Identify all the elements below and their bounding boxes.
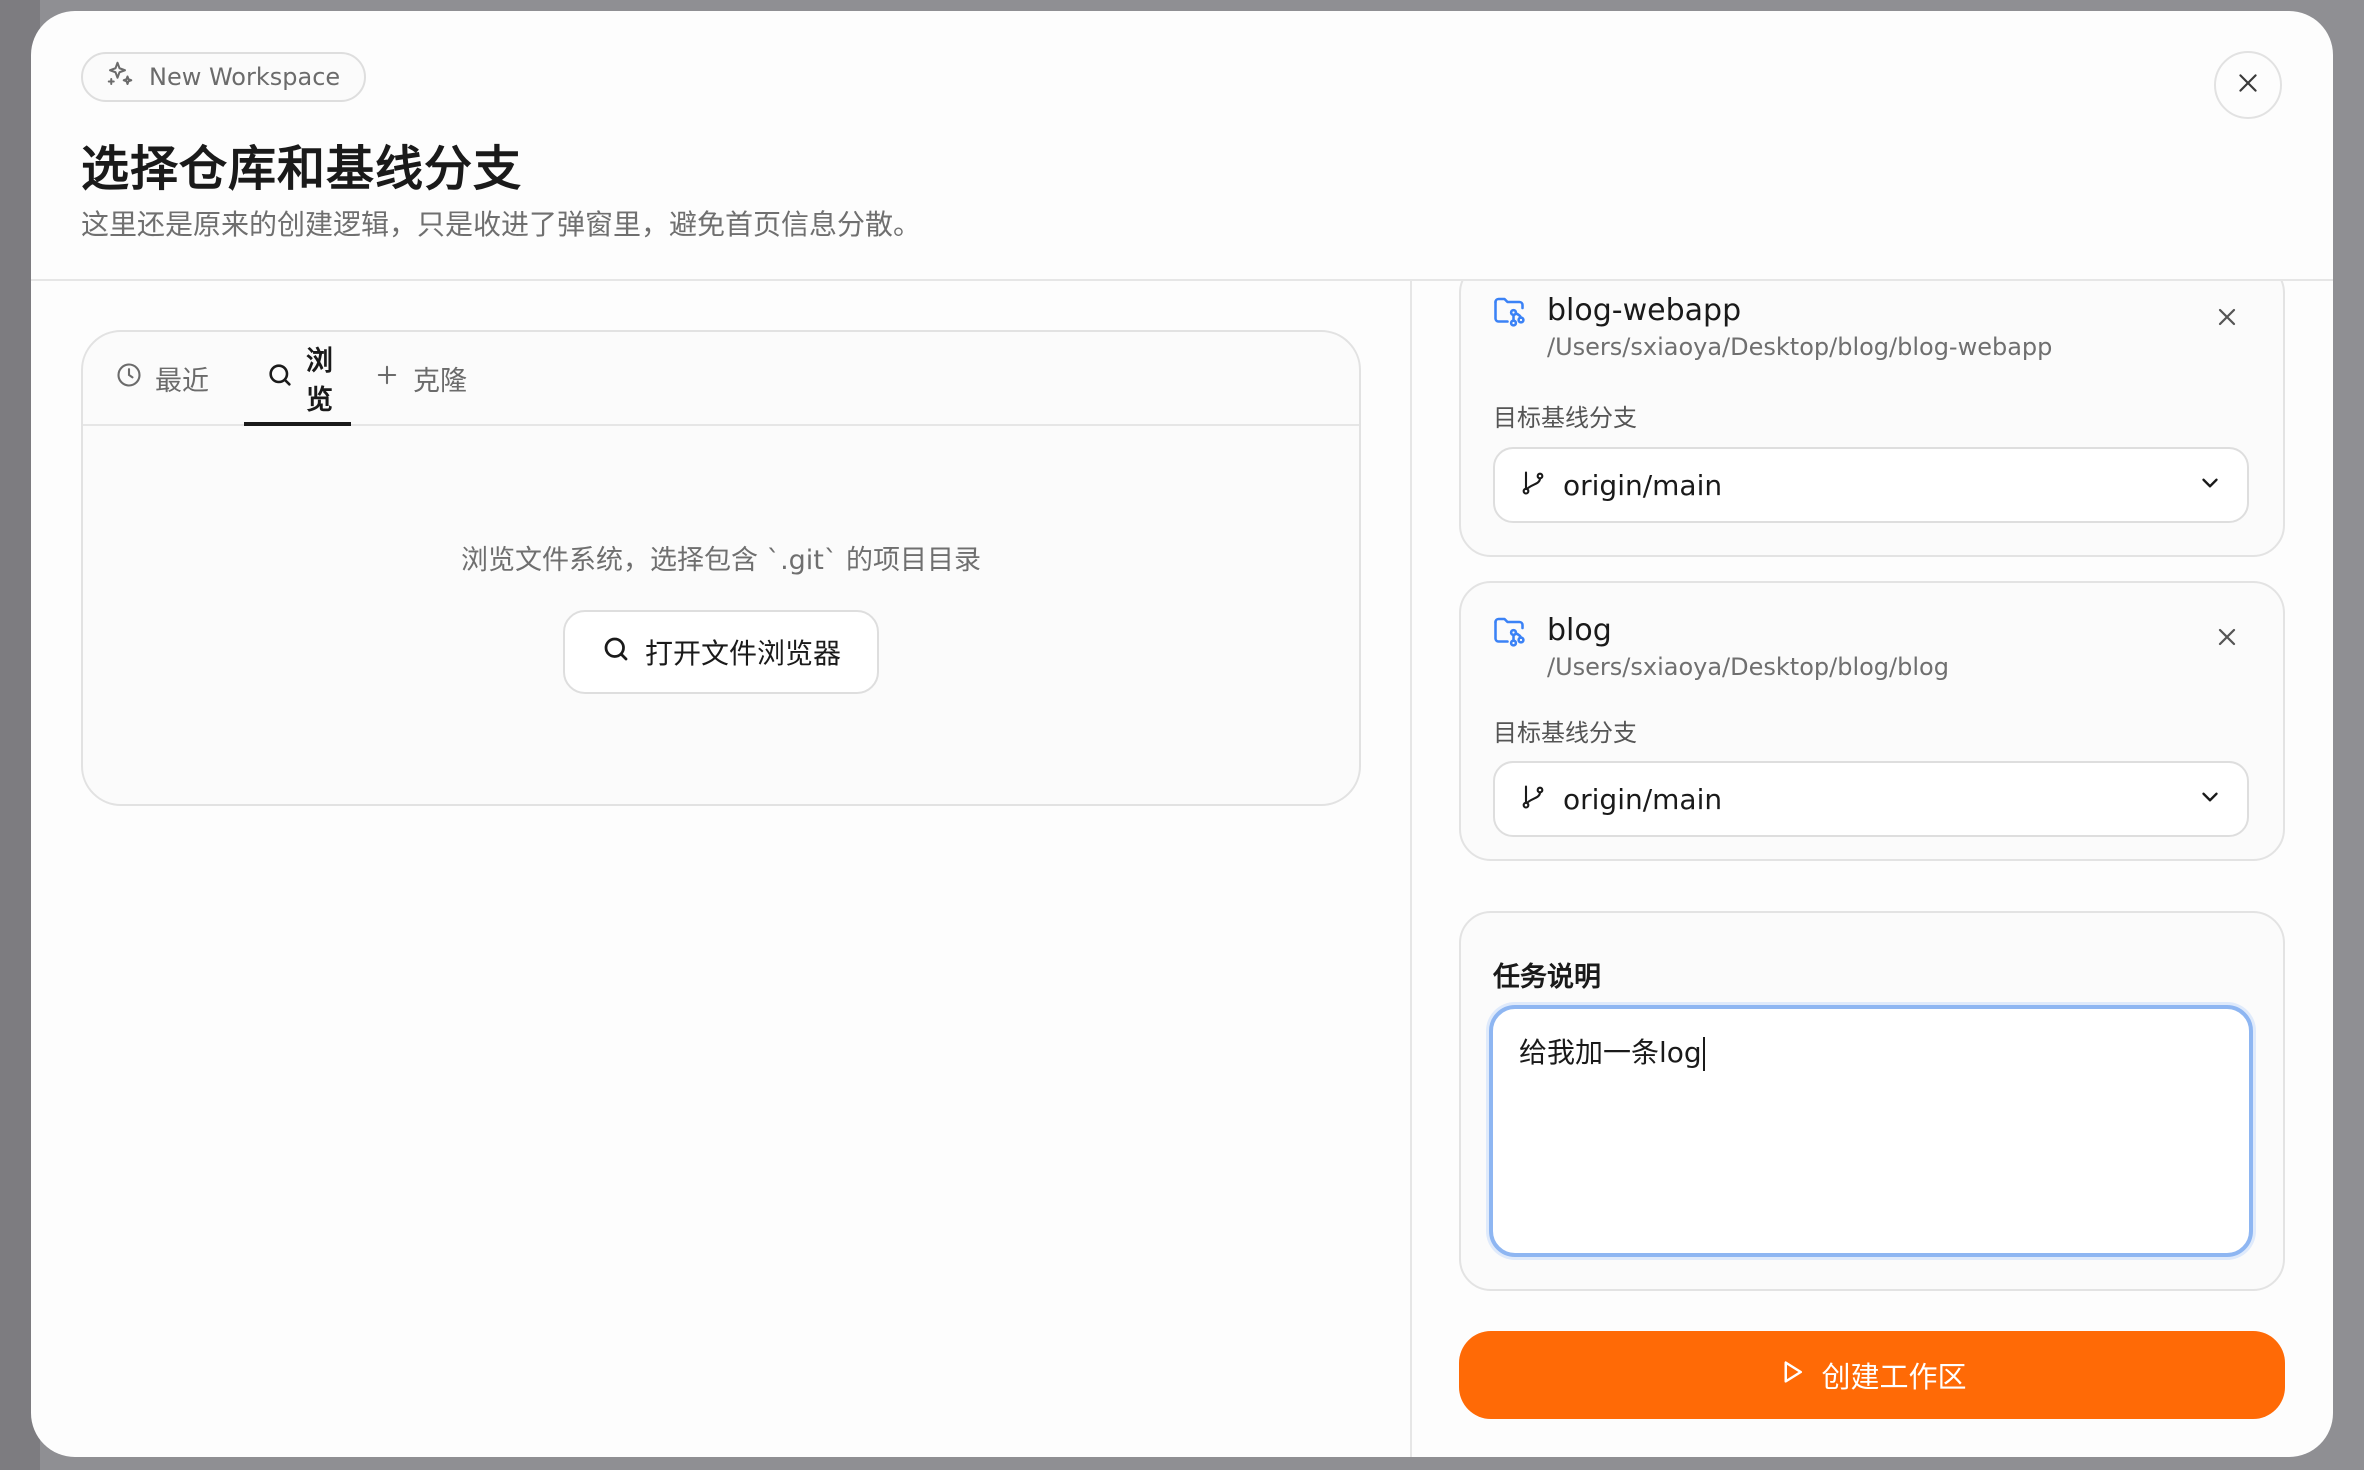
plus-icon bbox=[373, 361, 401, 396]
sparkles-icon bbox=[105, 59, 135, 95]
repo-name: blog-webapp bbox=[1547, 293, 1742, 328]
chevron-down-icon bbox=[2197, 784, 2223, 814]
git-branch-icon bbox=[1519, 783, 1547, 815]
branch-label: 目标基线分支 bbox=[1493, 404, 1637, 432]
task-description-value: 给我加一条log bbox=[1519, 1036, 1702, 1069]
branch-value: origin/main bbox=[1563, 468, 1723, 502]
git-folder-icon bbox=[1491, 293, 1527, 333]
create-workspace-button[interactable]: 创建工作区 bbox=[1459, 1331, 2285, 1419]
repo-source-card: 最近 浏览 克隆 浏览文件系统，选择包含 `.git` 的项目目录 打开文件浏览… bbox=[81, 330, 1361, 806]
remove-repo-button[interactable] bbox=[2213, 303, 2241, 331]
task-description-input[interactable]: 给我加一条log bbox=[1489, 1005, 2253, 1257]
task-description-card: 任务说明 给我加一条log bbox=[1459, 911, 2285, 1291]
tab-label: 浏览 bbox=[306, 346, 333, 416]
repo-card: blog /Users/sxiaoya/Desktop/blog/blog 目标… bbox=[1459, 581, 2285, 861]
close-icon bbox=[2213, 628, 2241, 655]
tab-recent[interactable]: 最近 bbox=[83, 332, 241, 424]
repo-card: blog-webapp /Users/sxiaoya/Desktop/blog/… bbox=[1459, 281, 2285, 557]
close-button[interactable] bbox=[2214, 51, 2282, 119]
task-description-label: 任务说明 bbox=[1493, 962, 1601, 993]
repo-name: blog bbox=[1547, 613, 1612, 648]
chevron-down-icon bbox=[2197, 470, 2223, 500]
repo-path: /Users/sxiaoya/Desktop/blog/blog-webapp bbox=[1547, 333, 2053, 361]
new-workspace-badge: New Workspace bbox=[81, 52, 367, 102]
branch-value: origin/main bbox=[1563, 782, 1723, 816]
badge-label: New Workspace bbox=[149, 63, 341, 91]
remove-repo-button[interactable] bbox=[2213, 623, 2241, 651]
play-icon bbox=[1777, 1357, 1807, 1394]
dialog-subtitle: 这里还是原来的创建逻辑，只是收进了弹窗里，避免首页信息分散。 bbox=[81, 208, 922, 241]
tab-label: 最近 bbox=[155, 365, 209, 397]
search-icon bbox=[266, 361, 294, 396]
source-tabs: 最近 浏览 克隆 bbox=[83, 332, 1359, 426]
create-workspace-label: 创建工作区 bbox=[1821, 1360, 1967, 1394]
search-icon bbox=[601, 634, 631, 671]
open-file-browser-button[interactable]: 打开文件浏览器 bbox=[563, 610, 879, 694]
git-branch-icon bbox=[1519, 469, 1547, 501]
git-folder-icon bbox=[1491, 613, 1527, 653]
browse-hint: 浏览文件系统，选择包含 `.git` 的项目目录 bbox=[461, 545, 981, 576]
open-file-browser-label: 打开文件浏览器 bbox=[644, 637, 841, 670]
tab-browse[interactable]: 浏览 bbox=[244, 332, 351, 426]
branch-label: 目标基线分支 bbox=[1493, 719, 1637, 747]
close-icon bbox=[2235, 70, 2261, 100]
repo-header: blog-webapp /Users/sxiaoya/Desktop/blog/… bbox=[1491, 293, 2052, 361]
new-workspace-dialog: New Workspace 选择仓库和基线分支 这里还是原来的创建逻辑，只是收进… bbox=[31, 11, 2333, 1457]
dialog-title: 选择仓库和基线分支 bbox=[81, 141, 523, 197]
selected-repos-pane: blog-webapp /Users/sxiaoya/Desktop/blog/… bbox=[1412, 281, 2333, 1457]
tab-clone[interactable]: 克隆 bbox=[351, 332, 489, 424]
clock-icon bbox=[115, 361, 143, 396]
close-icon bbox=[2213, 308, 2241, 335]
dialog-header: New Workspace 选择仓库和基线分支 这里还是原来的创建逻辑，只是收进… bbox=[31, 11, 2333, 281]
branch-select[interactable]: origin/main bbox=[1493, 761, 2249, 837]
repo-source-pane: 最近 浏览 克隆 浏览文件系统，选择包含 `.git` 的项目目录 打开文件浏览… bbox=[31, 281, 1411, 1457]
text-caret bbox=[1702, 1037, 1705, 1071]
repo-path: /Users/sxiaoya/Desktop/blog/blog bbox=[1547, 653, 1949, 681]
repo-header: blog /Users/sxiaoya/Desktop/blog/blog bbox=[1491, 613, 1949, 681]
branch-select[interactable]: origin/main bbox=[1493, 447, 2249, 523]
tab-label: 克隆 bbox=[413, 365, 467, 397]
